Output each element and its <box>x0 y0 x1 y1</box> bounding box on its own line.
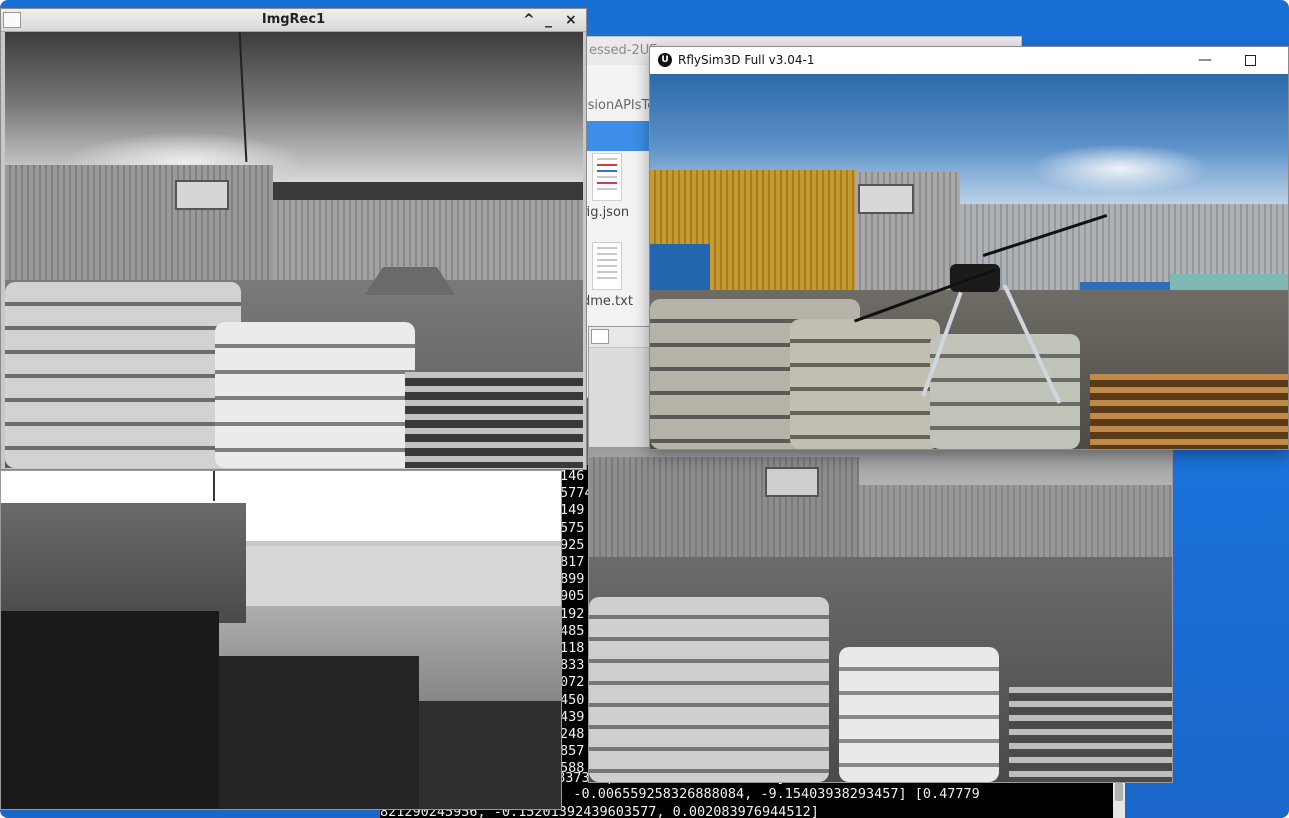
console-fragment: 072 <box>560 674 585 691</box>
file-name: dme.txt <box>582 294 633 309</box>
console-fragment: 833 <box>560 657 585 674</box>
console-fragment: 439 <box>560 708 585 725</box>
console-fragment: 192 <box>560 605 585 622</box>
imgrec-title: ImgRec1 <box>261 12 326 27</box>
file-item-json[interactable]: fig.json <box>582 153 642 220</box>
minimize-icon[interactable]: — <box>1198 47 1212 74</box>
console-fragment: 149 <box>560 502 585 519</box>
depth-image-window[interactable] <box>0 470 562 810</box>
imgrec-window[interactable]: ImgRec1 ^ _ × <box>0 8 587 470</box>
console-fragment: 899 <box>560 571 585 588</box>
desktop: essed-2UE isionAPIsTe fig.json dme.txt 1… <box>0 0 1289 818</box>
imgrec-titlebar[interactable]: ImgRec1 ^ _ × <box>1 9 586 32</box>
unreal-logo-icon: U <box>658 53 672 67</box>
maximize-icon[interactable] <box>1245 55 1256 66</box>
grey-scene-image <box>589 447 1172 782</box>
file-thumbnail-icon <box>592 242 622 290</box>
console-fragment: 925 <box>560 536 585 553</box>
console-fragment: 118 <box>560 640 585 656</box>
rflysim-title: RflySim3D Full v3.04-1 <box>678 53 815 67</box>
console-fragment: 857 <box>560 743 585 760</box>
console-fragment: 450 <box>560 691 585 708</box>
explorer-path-text: isionAPIsTe <box>584 98 656 113</box>
file-thumbnail-icon <box>592 153 622 201</box>
color-camera-scene <box>650 74 1288 449</box>
rflysim-titlebar[interactable]: U RflySim3D Full v3.04-1 — <box>650 47 1288 74</box>
console-fragment: 248 <box>560 726 585 742</box>
depth-image <box>1 471 561 809</box>
console-fragment: 575 <box>560 519 585 536</box>
collapse-icon[interactable]: ^ <box>523 9 535 31</box>
file-item-txt[interactable]: dme.txt <box>582 242 642 309</box>
console-fragment: 905 <box>560 588 585 605</box>
system-menu-icon[interactable] <box>591 329 609 344</box>
scrollbar-thumb[interactable] <box>1115 783 1123 801</box>
grayscale-camera-image <box>5 32 583 468</box>
rflysim-window[interactable]: U RflySim3D Full v3.04-1 — <box>649 46 1289 450</box>
close-icon[interactable]: × <box>565 9 577 31</box>
console-fragment: 817 <box>560 554 585 570</box>
minimize-icon[interactable]: _ <box>545 9 552 31</box>
explorer-title-text: essed-2UE <box>589 43 658 58</box>
console-fragment: 485 <box>560 622 585 639</box>
file-name: fig.json <box>582 205 630 220</box>
